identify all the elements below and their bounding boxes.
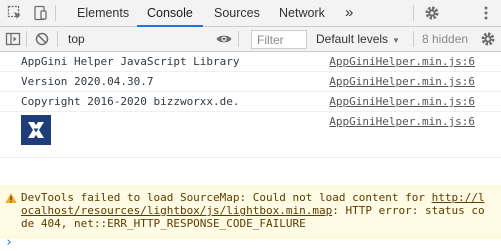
warning-prefix: DevTools failed to load SourceMap: Could… [21, 191, 432, 204]
eye-icon[interactable] [212, 27, 236, 51]
tab-elements[interactable]: Elements [67, 0, 139, 26]
devtools-tabbar: Elements Console Sources Network » [0, 0, 501, 27]
toolbar-divider [413, 31, 414, 47]
prompt-caret-icon: › [5, 235, 13, 250]
message-source-link[interactable]: AppGiniHelper.min.js:6 [329, 52, 475, 72]
tab-console[interactable]: Console [137, 0, 203, 27]
console-prompt[interactable]: › [0, 235, 501, 251]
sourcemap-warning: DevTools failed to load SourceMap: Could… [0, 186, 501, 238]
log-levels-dropdown[interactable]: Default levels ▼ [316, 30, 400, 48]
message-source-link[interactable]: AppGiniHelper.min.js:6 [329, 112, 475, 132]
tabbar-divider [55, 5, 56, 21]
message-text: AppGini Helper JavaScript Library [21, 55, 240, 68]
warning-text: DevTools failed to load SourceMap: Could… [21, 191, 491, 230]
chevron-down-icon: ▼ [392, 36, 400, 45]
tab-network[interactable]: Network [269, 0, 335, 26]
sidebar-toggle-icon[interactable] [1, 27, 25, 51]
console-messages: AppGini Helper JavaScript Library AppGin… [0, 52, 501, 158]
settings-icon[interactable] [419, 0, 445, 26]
tabbar-divider [413, 5, 414, 21]
logo-x-icon [21, 115, 51, 145]
clear-console-icon[interactable] [30, 27, 54, 51]
inspect-icon[interactable] [2, 0, 28, 26]
console-message: AppGini Helper JavaScript Library AppGin… [0, 52, 501, 72]
toolbar-divider [26, 31, 27, 47]
filter-input[interactable] [251, 30, 307, 49]
console-toolbar: top ▼ Default levels▼ 8 hidden [0, 27, 501, 52]
message-source-link[interactable]: AppGiniHelper.min.js:6 [329, 72, 475, 92]
message-text: Version 2020.04.30.7 [21, 75, 154, 88]
console-message: Copyright 2016-2020 bizzworxx.de. AppGin… [0, 92, 501, 112]
more-tabs-icon[interactable]: » [345, 0, 353, 26]
console-message: Version 2020.04.30.7 AppGiniHelper.min.j… [0, 72, 501, 92]
warning-icon [5, 192, 17, 203]
tab-sources[interactable]: Sources [204, 0, 270, 26]
menu-icon[interactable] [473, 0, 499, 26]
hidden-messages-count: 8 hidden [422, 32, 469, 46]
context-selector[interactable]: top ▼ [62, 30, 234, 48]
context-value: top [68, 32, 85, 46]
device-toolbar-icon[interactable] [27, 0, 53, 26]
toolbar-divider [57, 31, 58, 47]
log-levels-label: Default levels [316, 32, 389, 46]
message-source-link[interactable]: AppGiniHelper.min.js:6 [329, 92, 475, 112]
console-settings-icon[interactable] [476, 27, 500, 51]
message-text: Copyright 2016-2020 bizzworxx.de. [21, 95, 240, 108]
toolbar-divider [238, 31, 239, 47]
console-message: AppGiniHelper.min.js:6 [0, 112, 501, 158]
